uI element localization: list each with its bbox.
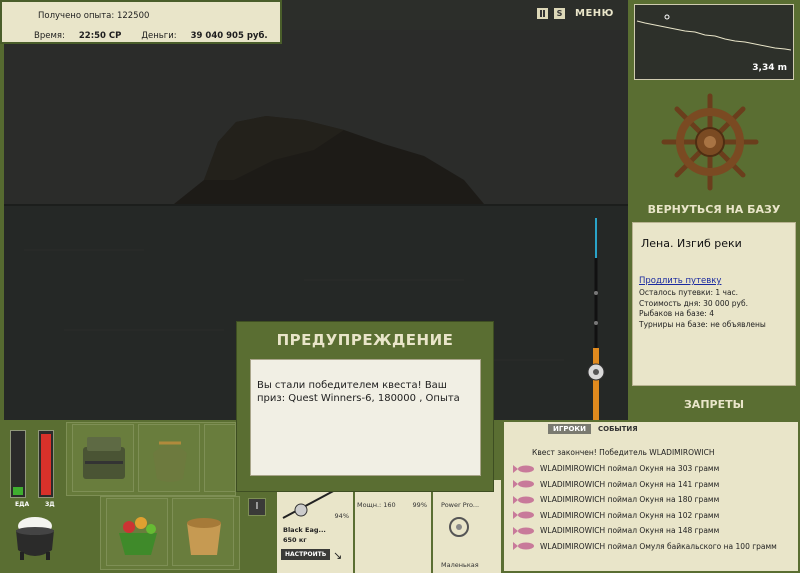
tab-events[interactable]: СОБЫТИЯ [593, 424, 643, 434]
reel-card[interactable]: Мощн.: 160 99% [355, 480, 431, 573]
expand-icon[interactable]: ↘ [333, 549, 342, 562]
event-text: WLADIMIROWICH поймал Окуня на 148 грамм [540, 526, 720, 536]
food-label: ЕДА [15, 501, 30, 508]
dialog-title: ПРЕДУПРЕЖДЕНИЕ [276, 331, 454, 349]
event-text: WLADIMIROWICH поймал Окуня на 180 грамм [540, 495, 720, 505]
net-bag-slot[interactable] [138, 424, 200, 492]
list-item: WLADIMIROWICH поймал Омуля байкальского … [512, 539, 796, 555]
ship-wheel-icon[interactable] [660, 92, 760, 192]
list-item: WLADIMIROWICH поймал Окуня на 102 грамм [512, 508, 796, 524]
events-tabs: ИГРОКИ СОБЫТИЯ [548, 424, 643, 434]
food-bar [10, 430, 26, 498]
experience-label: Получено опыта: 122500 [38, 11, 150, 21]
time-value: 22:50 СР [78, 31, 122, 41]
configure-button[interactable]: НАСТРОИТЬ [281, 549, 331, 560]
depth-readout: 3,34 m [752, 63, 787, 73]
accessory-slot[interactable] [204, 424, 236, 492]
fishers-count: Рыбаков на базе: 4 [639, 309, 714, 318]
rod-toggle-label: I [255, 501, 259, 512]
sound-button[interactable]: S [554, 8, 565, 19]
game-screen: Получено опыта: 122500 Время: 22:50 СР Д… [0, 0, 800, 573]
event-text: WLADIMIROWICH поймал Окуня на 102 грамм [540, 510, 720, 520]
reel-condition: 99% [412, 501, 427, 509]
time-label: Время: [34, 31, 65, 41]
food-pot-icon[interactable] [10, 512, 60, 564]
line-card[interactable]: Power Pro... Маленькая [433, 480, 501, 573]
menu-button[interactable]: МЕНЮ [575, 8, 614, 19]
day-cost: Стоимость дня: 30 000 руб. [639, 298, 748, 308]
money-label: Деньги: [141, 31, 177, 41]
dialog-message: Вы стали победителем квеста! Ваш приз: Q… [250, 359, 481, 476]
money-value: 39 040 905 руб. [190, 31, 268, 41]
fish-icon [513, 480, 534, 489]
list-item: WLADIMIROWICH поймал Окуня на 180 грамм [512, 492, 796, 508]
event-quest-finished: Квест закончен! Победитель WLADIMIROWICH [532, 448, 715, 457]
events-list: Квест закончен! Победитель WLADIMIROWICH… [512, 448, 796, 554]
depth-map: 3,34 m [634, 4, 794, 80]
fish-icon [513, 542, 534, 551]
rod-test: 650 кг [283, 536, 307, 544]
list-item: WLADIMIROWICH поймал Окуня на 148 грамм [512, 523, 796, 539]
health-label: ЗД [45, 501, 55, 508]
event-text: WLADIMIROWICH поймал Омуля байкальского … [540, 541, 777, 551]
tournaments-status: Турниры на базе: не объявлены [639, 319, 766, 329]
fish-icon [513, 464, 534, 473]
pause-icon[interactable] [537, 8, 548, 19]
extend-permit-link[interactable]: Продлить путевку [639, 276, 789, 286]
location-info: Лена. Изгиб реки Продлить путевку Остало… [632, 222, 796, 386]
bait-basket-slot[interactable] [106, 498, 168, 566]
reel-power: Мощн.: 160 [357, 501, 396, 509]
line-name: Power Pro... [441, 501, 480, 509]
list-item: WLADIMIROWICH поймал Окуня на 303 грамм [512, 461, 796, 477]
fish-icon [513, 526, 534, 535]
tackle-bag-slot[interactable] [72, 424, 134, 492]
rod-name: Black Eag... [283, 526, 326, 534]
rod-toggle-button[interactable]: I [248, 498, 266, 516]
rod-condition: 94% [334, 512, 349, 520]
permit-remaining: Осталось путевки: 1 час. [639, 288, 739, 297]
fish-icon [513, 495, 534, 504]
tab-players[interactable]: ИГРОКИ [548, 424, 591, 434]
left-frame [0, 0, 4, 420]
event-text: WLADIMIROWICH поймал Окуня на 141 грамм [540, 479, 720, 489]
fishing-rod[interactable] [584, 218, 608, 423]
hook-name: Маленькая [441, 561, 479, 569]
list-item: WLADIMIROWICH поймал Окуня на 141 грамм [512, 477, 796, 493]
event-text: WLADIMIROWICH поймал Окуня на 303 грамм [540, 464, 720, 474]
status-bars [10, 430, 54, 498]
player-hud: Получено опыта: 122500 Время: 22:50 СР Д… [0, 0, 282, 44]
return-to-base-button[interactable]: ВЕРНУТЬСЯ НА БАЗУ [628, 203, 800, 216]
top-toolbar: S МЕНЮ [537, 8, 614, 19]
fish-icon [513, 511, 534, 520]
location-name: Лена. Изгиб реки [641, 237, 742, 250]
bucket-slot[interactable] [172, 498, 234, 566]
bans-button[interactable]: ЗАПРЕТЫ [628, 398, 800, 411]
health-bar [38, 430, 54, 498]
